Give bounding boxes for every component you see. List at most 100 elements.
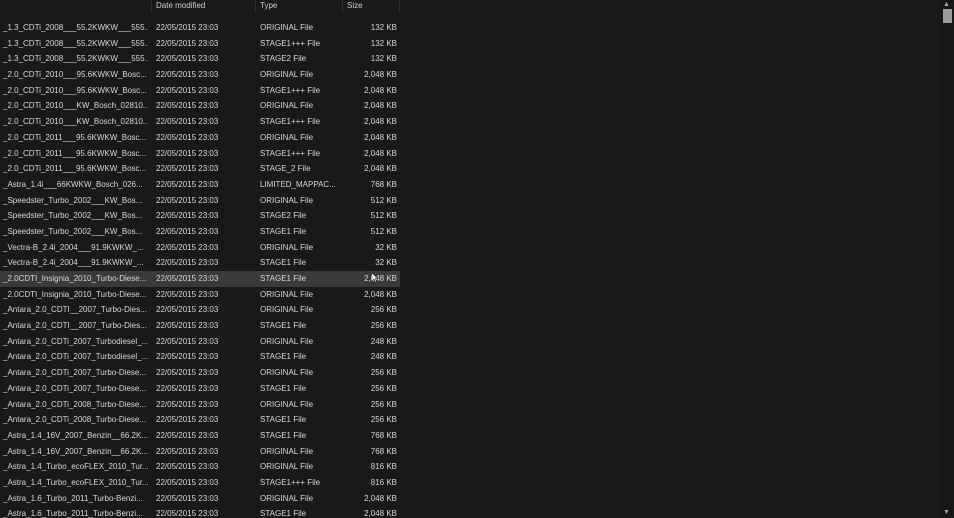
file-size-cell: 256 KB <box>370 321 397 331</box>
file-type-cell: ORIGINAL File <box>260 289 314 299</box>
file-type-cell: STAGE1 File <box>260 415 307 425</box>
file-row[interactable]: _Astra_1.4_16V_2007_Benzin__66.2K... 22/0… <box>0 428 400 444</box>
file-row[interactable]: _2.0_CDTi_2011___95.6KWKW_Bosc... 22/05/2… <box>0 130 400 146</box>
file-size-cell: 2,048 KB <box>364 101 397 111</box>
file-row[interactable]: _Vectra-B_2.4i_2004___91.9KWKW_... 22/05/… <box>0 240 400 256</box>
file-type-cell: STAGE1 File <box>260 226 307 236</box>
file-row[interactable]: _Antara_2.0_CDTi_2008_Turbo-Diese... 22/0… <box>0 412 400 428</box>
file-name-cell: _Antara_2.0_CDTi_2007_Turbo-Diese... <box>3 383 147 393</box>
date-modified-cell: 22/05/2015 23:03 <box>156 23 219 32</box>
file-name-cell: _Antara_2.0_CDTi_2008_Turbo-Diese... <box>3 415 147 425</box>
date-modified-cell: 22/05/2015 23:03 <box>156 211 219 221</box>
column-header-name[interactable] <box>0 0 152 13</box>
file-type-cell: ORIGINAL File <box>260 446 314 456</box>
file-row[interactable]: _Astra_1.4i___66KWKW_Bosch_026... 22/05/2… <box>0 177 400 193</box>
file-name-cell: _1.3_CDTi_2008___55.2KWKW___555... <box>3 38 148 48</box>
file-type-cell: STAGE1 File <box>260 509 307 518</box>
column-header-type[interactable]: Type <box>256 0 343 13</box>
file-row[interactable]: _Speedster_Turbo_2002___KW_Bos... 22/05/2… <box>0 193 400 209</box>
file-list-pane: Date modified Type Size _1.3_CDTi_2008__… <box>0 0 954 518</box>
date-modified-cell: 22/05/2015 23:03 <box>156 148 219 158</box>
vertical-scrollbar[interactable]: ▲ ▼ <box>940 0 954 518</box>
file-row[interactable]: _2.0_CDTi_2011___95.6KWKW_Bosc... 22/05/2… <box>0 161 400 177</box>
file-row[interactable]: _Antara_2.0_CDTi_2007_Turbodiesel_... 22/… <box>0 349 400 365</box>
date-modified-cell: 22/05/2015 23:03 <box>156 430 219 440</box>
file-size-cell: 816 KB <box>370 477 397 487</box>
file-size-cell: 512 KB <box>370 211 397 221</box>
scroll-up-arrow-icon[interactable]: ▲ <box>943 1 950 9</box>
date-modified-cell: 22/05/2015 23:03 <box>156 305 219 315</box>
file-rows: _1.3_CDTi_2008___55.2KWKW___555... 22/05/… <box>0 20 400 518</box>
file-size-cell: 256 KB <box>370 305 397 315</box>
file-type-cell: ORIGINAL File <box>260 23 314 32</box>
file-type-cell: ORIGINAL File <box>260 305 314 315</box>
date-modified-cell: 22/05/2015 23:03 <box>156 179 219 189</box>
file-name-cell: _Antara_2.0_CDTI__2007_Turbo-Dies... <box>3 305 147 315</box>
file-size-cell: 768 KB <box>370 446 397 456</box>
file-row[interactable]: _Antara_2.0_CDTi_2008_Turbo-Diese... 22/0… <box>0 397 400 413</box>
file-name-cell: _1.3_CDTi_2008___55.2KWKW___555... <box>3 23 148 32</box>
file-row[interactable]: _2.0CDTI_Insignia_2010_Turbo-Diese... 22/… <box>0 271 400 287</box>
file-row[interactable]: _Astra_1.6_Turbo_2011_Turbo-Benzi... 22/0… <box>0 506 400 518</box>
file-name-cell: _2.0_CDTi_2010___95.6KWKW_Bosc... <box>3 85 147 95</box>
file-row[interactable]: _Astra_1.4_Turbo_ecoFLEX_2010_Tur... 22/0… <box>0 459 400 475</box>
file-size-cell: 2,048 KB <box>364 509 397 518</box>
column-header-date-modified[interactable]: Date modified <box>152 0 256 13</box>
file-name-cell: _Vectra-B_2.4i_2004___91.9KWKW_... <box>3 242 144 252</box>
file-row[interactable]: _1.3_CDTi_2008___55.2KWKW___555... 22/05/… <box>0 51 400 67</box>
scroll-down-arrow-icon[interactable]: ▼ <box>943 509 950 517</box>
file-size-cell: 248 KB <box>370 352 397 362</box>
file-row[interactable]: _Antara_2.0_CDTi_2007_Turbo-Diese... 22/0… <box>0 365 400 381</box>
file-row[interactable]: _Vectra-B_2.4i_2004___91.9KWKW_... 22/05/… <box>0 255 400 271</box>
file-row[interactable]: _Antara_2.0_CDTi_2007_Turbo-Diese... 22/0… <box>0 381 400 397</box>
date-modified-cell: 22/05/2015 23:03 <box>156 462 219 472</box>
file-row[interactable]: _Astra_1.6_Turbo_2011_Turbo-Benzi... 22/0… <box>0 491 400 507</box>
file-size-cell: 32 KB <box>375 242 397 252</box>
file-name-cell: _Astra_1.4_Turbo_ecoFLEX_2010_Tur... <box>3 477 148 487</box>
file-size-cell: 256 KB <box>370 383 397 393</box>
column-header-bar: Date modified Type Size <box>0 0 400 13</box>
file-row[interactable]: _2.0CDTI_Insignia_2010_Turbo-Diese... 22/… <box>0 287 400 303</box>
file-row[interactable]: _Speedster_Turbo_2002___KW_Bos... 22/05/2… <box>0 208 400 224</box>
file-type-cell: ORIGINAL File <box>260 462 314 472</box>
file-size-cell: 32 KB <box>375 258 397 268</box>
date-modified-cell: 22/05/2015 23:03 <box>156 70 219 80</box>
file-size-cell: 248 KB <box>370 336 397 346</box>
file-type-cell: STAGE1 File <box>260 258 307 268</box>
file-row[interactable]: _2.0_CDTi_2010___95.6KWKW_Bosc... 22/05/2… <box>0 67 400 83</box>
file-row[interactable]: _2.0_CDTi_2010___95.6KWKW_Bosc... 22/05/2… <box>0 83 400 99</box>
file-name-cell: _Astra_1.6_Turbo_2011_Turbo-Benzi... <box>3 509 143 518</box>
date-modified-cell: 22/05/2015 23:03 <box>156 164 219 174</box>
file-row[interactable]: _1.3_CDTi_2008___55.2KWKW___555... 22/05/… <box>0 20 400 36</box>
file-type-cell: ORIGINAL File <box>260 242 314 252</box>
file-type-cell: STAGE1+++ File <box>260 148 321 158</box>
file-row[interactable]: _Antara_2.0_CDTI__2007_Turbo-Dies... 22/0… <box>0 318 400 334</box>
file-name-cell: _Astra_1.4i___66KWKW_Bosch_026... <box>3 179 143 189</box>
file-row[interactable]: _Antara_2.0_CDTI__2007_Turbo-Dies... 22/0… <box>0 302 400 318</box>
file-name-cell: _2.0CDTI_Insignia_2010_Turbo-Diese... <box>3 274 147 283</box>
file-row[interactable]: _Astra_1.4_Turbo_ecoFLEX_2010_Tur... 22/0… <box>0 475 400 491</box>
file-name-cell: _Antara_2.0_CDTI__2007_Turbo-Dies... <box>3 321 147 331</box>
file-row[interactable]: _2.0_CDTi_2011___95.6KWKW_Bosc... 22/05/2… <box>0 146 400 162</box>
mouse-cursor-icon <box>372 273 378 283</box>
file-type-cell: ORIGINAL File <box>260 336 314 346</box>
file-size-cell: 2,048 KB <box>364 132 397 142</box>
file-type-cell: LIMITED_MAPPAC... <box>260 179 336 189</box>
file-type-cell: STAGE1+++ File <box>260 38 321 48</box>
file-name-cell: _Antara_2.0_CDTi_2007_Turbodiesel_... <box>3 336 148 346</box>
file-row[interactable]: _Speedster_Turbo_2002___KW_Bos... 22/05/2… <box>0 224 400 240</box>
file-row[interactable]: _2.0_CDTi_2010___KW_Bosch_02810... 22/05/… <box>0 98 400 114</box>
file-name-cell: _2.0_CDTi_2010___KW_Bosch_02810... <box>3 101 148 111</box>
file-size-cell: 132 KB <box>370 23 397 32</box>
file-name-cell: _2.0_CDTi_2010___95.6KWKW_Bosc... <box>3 70 147 80</box>
file-size-cell: 2,048 KB <box>364 70 397 80</box>
file-name-cell: _Antara_2.0_CDTi_2007_Turbo-Diese... <box>3 368 147 378</box>
file-name-cell: _Speedster_Turbo_2002___KW_Bos... <box>3 195 143 205</box>
file-row[interactable]: _2.0_CDTi_2010___KW_Bosch_02810... 22/05/… <box>0 114 400 130</box>
scrollbar-thumb[interactable] <box>943 9 952 23</box>
file-row[interactable]: _Antara_2.0_CDTi_2007_Turbodiesel_... 22/… <box>0 334 400 350</box>
file-row[interactable]: _Astra_1.4_16V_2007_Benzin__66.2K... 22/0… <box>0 444 400 460</box>
column-header-size[interactable]: Size <box>343 0 400 13</box>
date-modified-cell: 22/05/2015 23:03 <box>156 399 219 409</box>
file-row[interactable]: _1.3_CDTi_2008___55.2KWKW___555... 22/05/… <box>0 36 400 52</box>
